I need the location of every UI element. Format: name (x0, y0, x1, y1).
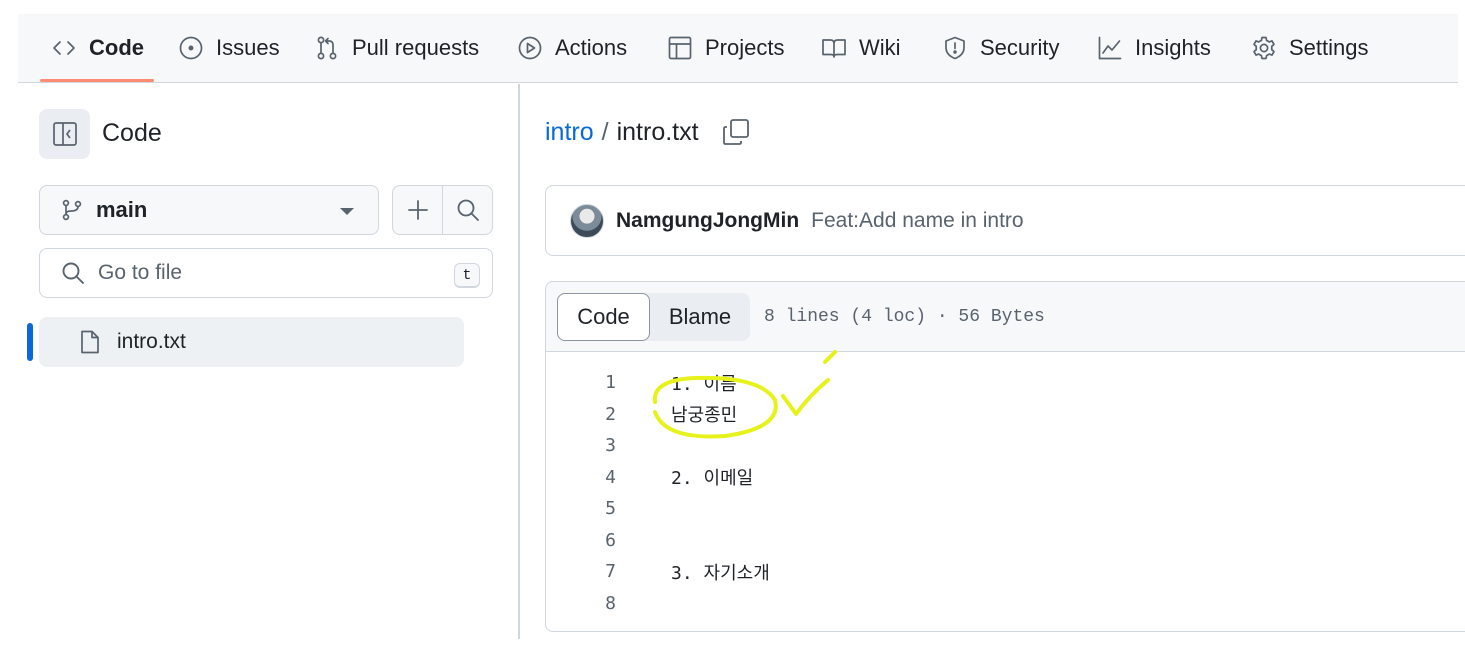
line-number[interactable]: 4 (546, 467, 616, 488)
breadcrumb-file-name: intro.txt (616, 117, 699, 146)
branch-name: main (96, 197, 148, 222)
line-number[interactable]: 1 (546, 372, 616, 393)
code-content: 1 1. 이름 2 남궁종민 3 4 2. 이메일 5 6 7 3. 자기소개 8 (546, 367, 1465, 619)
view-mode-toggle: Code Blame (557, 292, 750, 341)
book-icon (822, 39, 846, 58)
code-icon (53, 41, 75, 55)
line-text: 남궁종민 (671, 405, 738, 427)
tab-settings[interactable]: Settings (1251, 14, 1369, 82)
line-number[interactable]: 8 (546, 593, 616, 614)
code-line: 2 남궁종민 (546, 399, 1465, 431)
tab-label: Code (89, 35, 144, 60)
tab-code[interactable]: Code (51, 14, 144, 82)
file-viewer: Code Blame 8 lines (4 loc) · 56 Bytes 11… (545, 281, 1465, 632)
tab-issues[interactable]: Issues (178, 14, 280, 82)
tab-label: Insights (1135, 35, 1211, 60)
commit-author[interactable]: NamgungJongMin (616, 209, 799, 233)
table-icon (668, 36, 692, 60)
line-text: 1. 이름 (671, 373, 737, 395)
play-icon (518, 36, 542, 60)
code-line: 3 (546, 430, 1465, 462)
sidebar-collapse-icon (52, 122, 77, 146)
sidebar-title: Code (102, 119, 162, 147)
breadcrumb: intro / intro.txt (545, 117, 751, 147)
tab-insights[interactable]: Insights (1097, 14, 1211, 82)
branch-selector[interactable]: main (39, 185, 379, 235)
go-to-file-input[interactable] (98, 261, 428, 285)
tab-label: Settings (1289, 35, 1369, 60)
code-line: 7 3. 자기소개 (546, 556, 1465, 588)
tab-label: Issues (216, 35, 280, 60)
graph-icon (1098, 36, 1122, 60)
line-number[interactable]: 3 (546, 435, 616, 456)
code-line: 5 (546, 493, 1465, 525)
code-line: 8 (546, 588, 1465, 620)
code-view-button[interactable]: Code (557, 292, 650, 341)
tab-actions[interactable]: Actions (517, 14, 627, 82)
file-viewer-header: Code Blame 8 lines (4 loc) · 56 Bytes (546, 282, 1465, 352)
collapse-file-tree-button[interactable] (39, 109, 90, 159)
blame-view-button[interactable]: Blame (650, 293, 750, 341)
plus-icon (407, 200, 428, 220)
sidebar-divider[interactable] (518, 84, 520, 639)
tab-security[interactable]: Security (942, 14, 1059, 82)
gear-icon (1253, 36, 1275, 60)
latest-commit: NamgungJongMin Feat:Add name in intro (545, 185, 1465, 256)
tab-pull-requests[interactable]: Pull requests (314, 14, 479, 82)
go-to-file-search: t (39, 248, 493, 298)
shield-icon (945, 36, 965, 60)
copy-path-icon[interactable] (721, 117, 751, 147)
breadcrumb-separator: / (601, 117, 609, 146)
line-text: 2. 이메일 (671, 468, 754, 490)
tab-label: Security (980, 35, 1060, 60)
file-icon (81, 330, 99, 354)
git-branch-icon (62, 199, 82, 221)
selected-file-indicator (27, 323, 33, 361)
line-text: 3. 자기소개 (671, 562, 770, 584)
line-number[interactable]: 7 (546, 561, 616, 582)
tab-label: Actions (555, 35, 628, 60)
tab-wiki[interactable]: Wiki (821, 14, 901, 82)
search-icon (62, 262, 84, 284)
search-code-button[interactable] (442, 186, 492, 234)
file-tree-item-intro-txt[interactable]: intro.txt (39, 317, 464, 367)
line-number[interactable]: 6 (546, 530, 616, 551)
issue-opened-icon (179, 36, 203, 60)
line-number[interactable]: 5 (546, 498, 616, 519)
tab-projects[interactable]: Projects (667, 14, 784, 82)
tab-label: Pull requests (352, 35, 480, 60)
avatar[interactable] (570, 203, 604, 238)
file-stats: 8 lines (4 loc) · 56 Bytes (764, 306, 1045, 327)
commit-message[interactable]: Feat:Add name in intro (811, 209, 1023, 233)
add-file-button[interactable] (393, 186, 442, 234)
chevron-down-icon (340, 208, 354, 215)
code-line: 6 (546, 525, 1465, 557)
file-actions-group (392, 185, 493, 235)
line-number[interactable]: 2 (546, 404, 616, 425)
repo-nav: Code Issues Pull requests Actions Projec… (18, 14, 1458, 83)
file-name: intro.txt (117, 330, 186, 353)
code-line: 1 1. 이름 (546, 367, 1465, 399)
breadcrumb-repo-link[interactable]: intro (545, 118, 594, 147)
tab-label: Projects (705, 35, 785, 60)
search-icon (457, 199, 479, 221)
active-tab-indicator (40, 79, 154, 82)
tab-label: Wiki (859, 35, 901, 60)
git-pull-request-icon (317, 36, 337, 60)
code-line: 4 2. 이메일 (546, 462, 1465, 494)
keyboard-shortcut-hint: t (454, 263, 480, 288)
